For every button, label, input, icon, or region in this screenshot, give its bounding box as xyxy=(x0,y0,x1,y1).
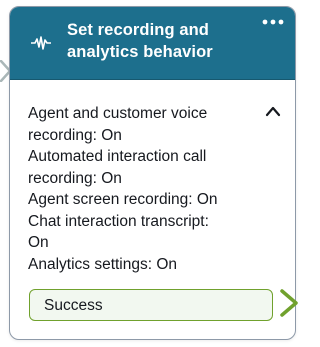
block-details: Agent and customer voice recording: On A… xyxy=(28,103,256,275)
detail-line: Chat interaction transcript: xyxy=(28,212,209,230)
branch-success-box[interactable]: Success xyxy=(29,289,273,321)
detail-line: Agent and customer voice xyxy=(28,105,208,122)
flow-block-set-recording-analytics[interactable]: Set recording and analytics behavior Age… xyxy=(9,6,296,340)
chevron-right-icon[interactable] xyxy=(279,288,301,318)
detail-line: recording: On xyxy=(28,126,122,144)
more-options-icon[interactable] xyxy=(259,13,287,31)
block-title: Set recording and analytics behavior xyxy=(67,19,247,63)
block-title-line-2: analytics behavior xyxy=(67,43,213,61)
detail-line: Automated interaction call xyxy=(28,148,207,165)
audio-waveform-icon xyxy=(31,36,51,50)
block-header: Set recording and analytics behavior xyxy=(10,7,295,80)
branch-success[interactable]: Success xyxy=(29,289,285,323)
detail-line: Analytics settings: On xyxy=(28,255,178,273)
block-title-line-1: Set recording and xyxy=(67,21,209,39)
detail-line: recording: On xyxy=(28,169,122,187)
branch-success-label: Success xyxy=(44,297,103,314)
chevron-up-icon[interactable] xyxy=(265,105,281,117)
detail-line: On xyxy=(28,234,49,251)
detail-line: Agent screen recording: On xyxy=(28,191,218,208)
flow-canvas: Set recording and analytics behavior Age… xyxy=(0,0,305,347)
